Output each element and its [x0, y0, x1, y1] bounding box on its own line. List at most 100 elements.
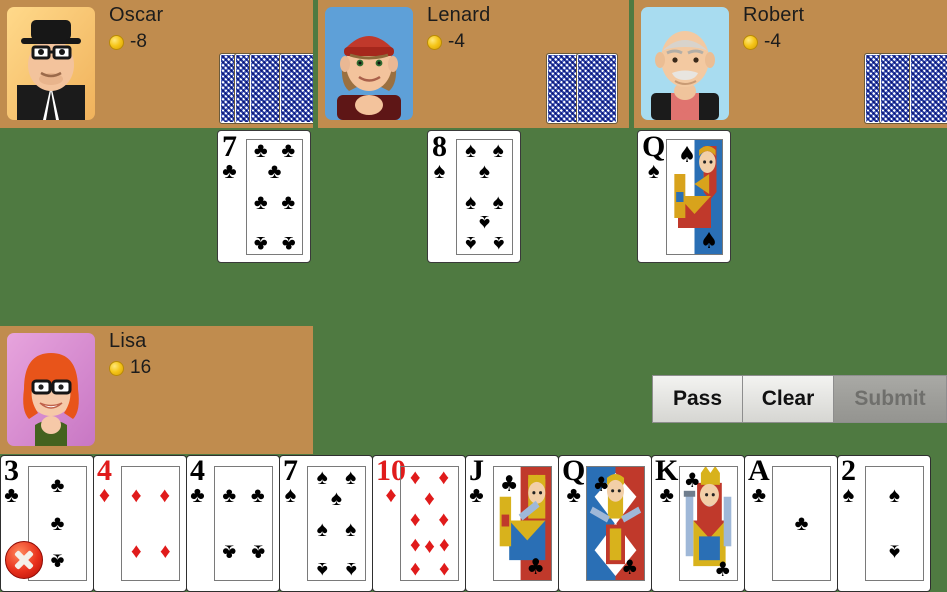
clubs-icon: ♣ — [566, 482, 581, 507]
pip: ♠ — [465, 139, 477, 162]
hand-card-10-diamonds[interactable]: 10 ♦ ♦ ♦ ♦ ♦ ♦ ♦ ♦ ♦ ♦ ♦ — [372, 455, 466, 592]
pip: ♣ — [50, 474, 65, 498]
spades-icon: ♠ — [647, 158, 660, 183]
card-back — [909, 53, 947, 124]
hand-card-jack-clubs[interactable]: J ♣ ♣ ♣ — [465, 455, 559, 592]
pip: ♠ — [478, 160, 491, 183]
player-name: Lisa — [109, 330, 147, 352]
blocked-x-icon — [5, 541, 43, 579]
pip: ♠ — [316, 558, 328, 581]
spades-icon: ♠ — [433, 158, 446, 183]
pip: ♠ — [888, 483, 901, 507]
avatar-robert — [641, 7, 729, 120]
pip: ♣ — [222, 540, 237, 564]
card-back — [279, 53, 313, 124]
avatar-lenard — [325, 7, 413, 120]
court-card-artwork-king-clubs: ♣ ♣ — [679, 466, 738, 581]
pip: ♠ — [316, 517, 328, 541]
pip: ♦ — [438, 466, 450, 489]
pip: ♣ — [281, 139, 296, 162]
hand-card-queen-clubs[interactable]: Q ♣ ♣ ♣ — [558, 455, 652, 592]
card-pips: ♣ ♣ ♣ ♣ — [214, 466, 273, 581]
coin-icon — [109, 34, 124, 50]
table-card-8-spades: 8 ♠ ♠ ♠ ♠ ♠ ♠ ♠ ♠ ♠ — [427, 130, 521, 263]
clubs-icon: ♣ — [222, 158, 237, 183]
pip: ♣ — [253, 191, 268, 214]
player-panel-lisa[interactable]: Lisa 16 — [0, 326, 313, 454]
pass-button[interactable]: Pass — [652, 375, 743, 423]
card-pips: ♠ ♠ — [865, 466, 924, 581]
diamonds-icon: ♦ — [98, 482, 111, 507]
coin-icon — [109, 360, 124, 376]
avatar-lisa — [7, 333, 95, 446]
hand-card-king-clubs[interactable]: K ♣ ♣ ♣ — [651, 455, 745, 592]
card-corner: 2 ♠ — [841, 456, 856, 506]
hand-card-3-clubs[interactable]: 3 ♣ ♣ ♣ ♣ — [0, 455, 94, 592]
card-pips: ♣ — [772, 466, 831, 581]
player-info-lisa: Lisa 16 — [109, 328, 151, 378]
hand-card-7-spades[interactable]: 7 ♠ ♠ ♠ ♠ ♠ ♠ ♠ ♠ — [279, 455, 373, 592]
pip: ♦ — [438, 558, 450, 581]
player-score-value: -4 — [764, 31, 781, 52]
card-corner: 4 ♦ — [97, 456, 112, 507]
pip: ♠ — [478, 211, 491, 235]
pip: ♦ — [159, 483, 171, 507]
pip: ♦ — [409, 466, 421, 489]
player-info-robert: Robert -4 — [743, 2, 804, 52]
pip: ♠ — [492, 191, 504, 214]
pip: ♦ — [159, 540, 171, 564]
player-score: 16 — [109, 358, 151, 378]
hand-card-4-diamonds[interactable]: 4 ♦ ♦ ♦ ♦ ♦ — [93, 455, 187, 592]
clubs-icon: ♣ — [659, 482, 674, 507]
card-corner: 7 ♣ — [222, 132, 237, 183]
player-panel-lenard[interactable]: Lenard -4 — [318, 0, 629, 128]
clear-button[interactable]: Clear — [743, 375, 834, 423]
spades-icon: ♠ — [284, 482, 297, 507]
player-score: -8 — [109, 32, 163, 52]
card-corner: 3 ♣ — [4, 456, 19, 506]
hand-card-ace-clubs[interactable]: A ♣ ♣ — [744, 455, 838, 592]
card-corner: Q ♠ — [642, 132, 665, 183]
svg-text:♣: ♣ — [526, 555, 545, 580]
table-card-7-clubs: 7 ♣ ♣ ♣ ♣ ♣ ♣ ♣ ♣ — [217, 130, 311, 263]
pip: ♠ — [492, 232, 504, 255]
card-corner: 4 ♣ — [190, 456, 205, 507]
player-name: Oscar — [109, 4, 164, 26]
card-pips: ♦ ♦ ♦ ♦ — [121, 466, 180, 581]
card-corner: 8 ♠ — [432, 132, 447, 183]
facedown-stack-oscar — [219, 53, 313, 124]
svg-text:♠: ♠ — [678, 141, 696, 167]
pip: ♣ — [253, 232, 268, 255]
table-card-queen-spades: Q ♠ ♠ ♠ — [637, 130, 731, 263]
svg-text:♣: ♣ — [684, 468, 701, 491]
svg-text:♠: ♠ — [700, 227, 718, 253]
player-name: Lenard — [427, 4, 491, 26]
player-panel-oscar[interactable]: Oscar -8 — [0, 0, 313, 128]
action-button-bar: Pass Clear Submit — [652, 375, 947, 423]
card-pips: ♠ ♠ ♠ ♠ ♠ ♠ ♠ — [307, 466, 366, 581]
card-back — [576, 53, 618, 124]
player-info-lenard: Lenard -4 — [427, 2, 490, 52]
pip: ♦ — [424, 487, 435, 510]
pip: ♠ — [492, 139, 504, 162]
player-score-value: -8 — [130, 31, 147, 52]
svg-text:♣: ♣ — [621, 556, 638, 579]
pip: ♣ — [281, 232, 296, 255]
pip: ♦ — [409, 508, 421, 531]
card-pips: ♣ ♣ ♣ ♣ ♣ ♣ ♣ — [246, 139, 303, 255]
pip: ♣ — [253, 139, 268, 162]
pip: ♣ — [250, 540, 265, 564]
hand-card-4-clubs[interactable]: 4 ♣ ♣ ♣ ♣ ♣ — [186, 455, 280, 592]
card-corner: A ♣ — [748, 456, 770, 506]
player-info-oscar: Oscar -8 — [109, 2, 163, 52]
pip: ♣ — [794, 512, 809, 535]
pip: ♦ — [130, 540, 142, 564]
pip: ♦ — [438, 508, 450, 531]
hand-card-2-spades[interactable]: 2 ♠ ♠ ♠ — [837, 455, 931, 592]
clubs-icon: ♣ — [190, 482, 205, 507]
submit-button: Submit — [834, 375, 947, 423]
avatar-oscar — [7, 7, 95, 120]
player-panel-robert[interactable]: Robert -4 — [634, 0, 947, 128]
player-score-value: -4 — [448, 31, 465, 52]
player-score: -4 — [743, 32, 804, 52]
